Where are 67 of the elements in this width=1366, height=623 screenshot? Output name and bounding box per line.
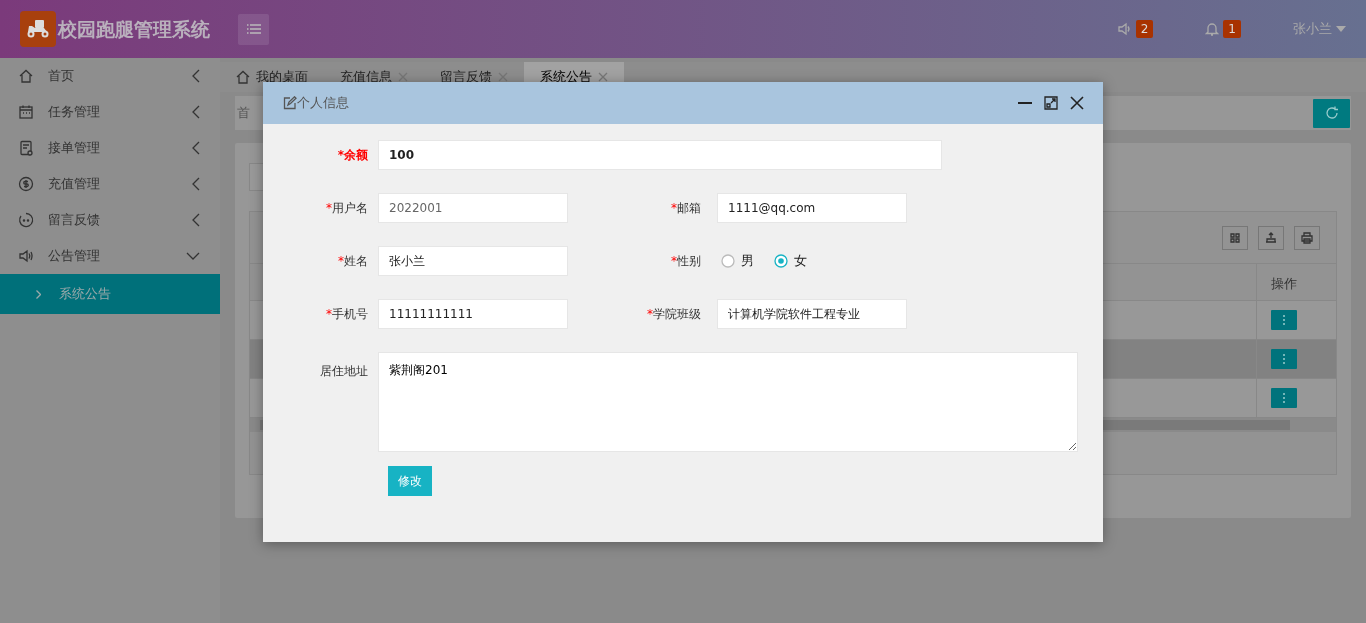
radio-icon — [774, 254, 788, 268]
more-button[interactable] — [1271, 388, 1297, 408]
breadcrumb-text: 首 — [237, 104, 250, 123]
maximize-icon[interactable] — [1043, 95, 1059, 111]
more-icon — [1282, 353, 1286, 365]
more-button[interactable] — [1271, 310, 1297, 330]
text-area[interactable]: 紫荆阁201 — [378, 352, 1078, 452]
sidebar-item[interactable]: 接单管理 — [0, 130, 220, 166]
sidebar-item[interactable]: 充值管理 — [0, 166, 220, 202]
dialog-title: 个人信息 — [297, 94, 349, 113]
chevron-left-icon — [192, 69, 200, 83]
sidebar-item[interactable]: 公告管理 — [0, 238, 220, 274]
speaker-icon — [18, 248, 34, 264]
input-field[interactable]: 张小兰 — [378, 246, 568, 276]
chevron-right-icon — [36, 289, 41, 299]
app-title: 校园跑腿管理系统 — [58, 16, 210, 42]
field-label: *邮箱 — [670, 200, 702, 217]
field-label: *手机号 — [325, 306, 369, 323]
field-label: *姓名 — [337, 253, 369, 270]
print-icon — [1299, 229, 1315, 246]
logo-icon — [20, 11, 56, 47]
submit-button[interactable]: 修改 — [388, 466, 432, 496]
field-label: *学院班级 — [646, 306, 702, 323]
field-label: *用户名 — [325, 200, 369, 217]
dollar-icon — [18, 176, 34, 192]
toolbar-icon-button[interactable] — [1222, 225, 1248, 250]
more-icon — [1282, 392, 1286, 404]
toolbar-icon-button[interactable] — [1294, 225, 1320, 250]
input-field[interactable]: 计算机学院软件工程专业 — [717, 299, 907, 329]
chevron-left-icon — [192, 105, 200, 119]
chevron-left-icon — [192, 141, 200, 155]
chevron-down-icon — [186, 252, 200, 260]
radio-option[interactable]: 男 — [721, 251, 754, 271]
close-icon[interactable] — [1069, 95, 1085, 111]
bell-icon[interactable] — [1205, 22, 1220, 36]
speaker-icon[interactable] — [1117, 22, 1132, 36]
sidebar-item[interactable]: 首页 — [0, 58, 220, 94]
field-label: *性别 — [670, 253, 702, 270]
caret-icon — [1336, 26, 1346, 32]
chevron-left-icon — [192, 213, 200, 227]
field-label: *余额 — [336, 147, 369, 164]
chevron-left-icon — [192, 177, 200, 191]
notification-badge: 2 — [1135, 20, 1154, 38]
toolbar-icon-button[interactable] — [1258, 225, 1284, 250]
sidebar-subitem[interactable]: 系统公告 — [0, 274, 220, 314]
calendar-icon — [18, 104, 34, 120]
menu-button[interactable] — [238, 13, 269, 45]
sidebar-item[interactable]: 任务管理 — [0, 94, 220, 130]
radio-icon — [721, 254, 735, 268]
input-field[interactable]: 11111111111 — [378, 299, 568, 329]
menu-icon — [246, 23, 261, 35]
refresh-icon — [1324, 106, 1339, 120]
column-header: 操作 — [1256, 264, 1336, 300]
edit-icon — [283, 96, 297, 110]
home-icon — [18, 68, 34, 84]
receipt-icon — [18, 140, 34, 156]
face-icon — [18, 212, 34, 228]
input-field[interactable]: 1111@qq.com — [717, 193, 907, 223]
notification-badge: 1 — [1223, 20, 1241, 38]
input-field[interactable]: 100 — [378, 140, 942, 170]
refresh-button[interactable] — [1313, 98, 1350, 128]
field-label: 居住地址 — [319, 363, 369, 380]
sidebar-item[interactable]: 留言反馈 — [0, 202, 220, 238]
more-button[interactable] — [1271, 349, 1297, 369]
home-icon — [236, 70, 250, 84]
more-icon — [1282, 314, 1286, 326]
radio-option[interactable]: 女 — [774, 251, 807, 271]
